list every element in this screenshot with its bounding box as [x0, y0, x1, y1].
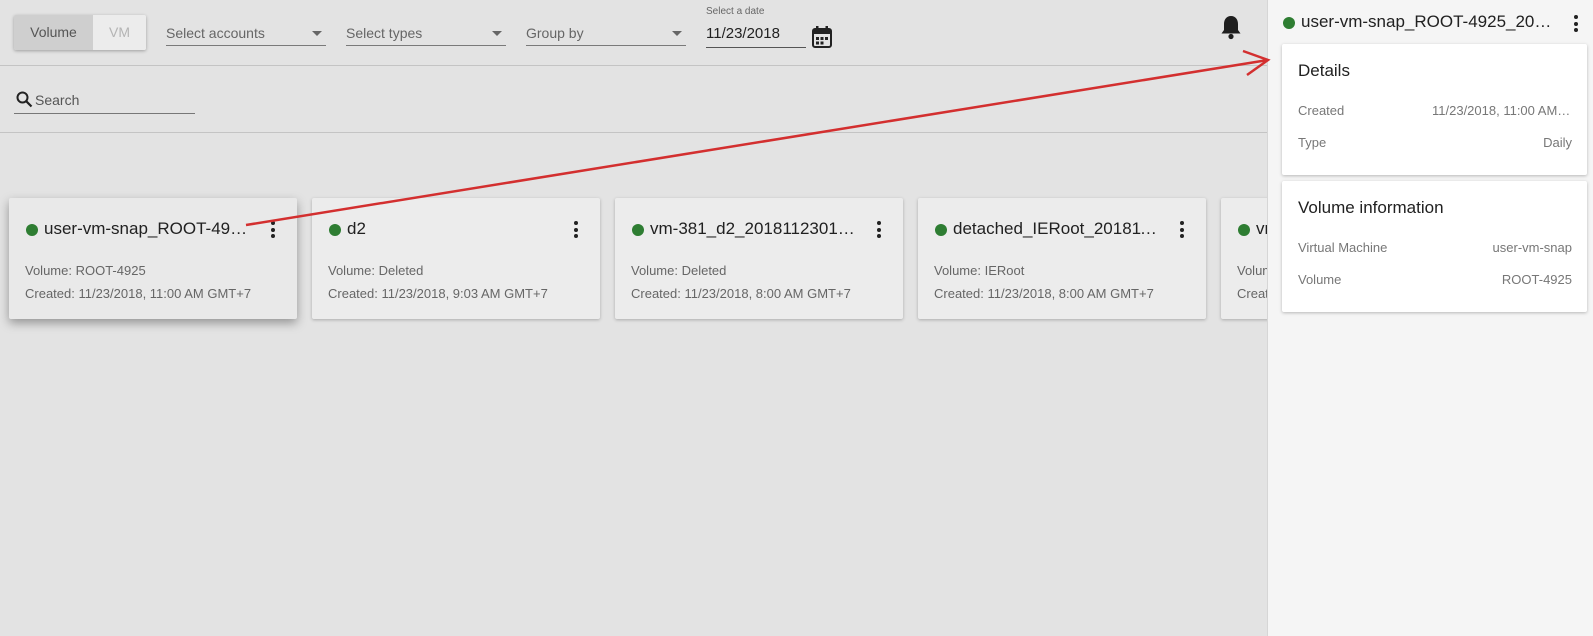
- toggle-vm[interactable]: VM: [93, 15, 146, 50]
- view-toggle: Volume VM: [14, 15, 146, 50]
- more-vert-icon[interactable]: [874, 221, 884, 241]
- card-created: Created: 11/23/2018, 8:00 AM GMT+7: [934, 286, 1154, 301]
- toggle-volume[interactable]: Volume: [14, 15, 93, 50]
- date-caption: Select a date: [706, 6, 765, 17]
- card-title: user-vm-snap_ROOT-4925_20181123...: [44, 219, 249, 238]
- card-title: vm: [1256, 219, 1267, 238]
- sidebar-header: user-vm-snap_ROOT-4925_20181123040000: [1268, 0, 1593, 44]
- bell-icon[interactable]: [1219, 14, 1243, 40]
- card-title: detached_IERoot_20181123010000: [953, 219, 1158, 238]
- more-vert-icon[interactable]: [268, 221, 278, 241]
- card-volume: Volume: Deleted: [328, 263, 424, 278]
- toolbar: Volume VM Select accounts Select types G…: [0, 0, 1267, 66]
- volume-info-heading: Volume information: [1298, 198, 1444, 217]
- card-title: vm-381_d2_20181123010000: [650, 219, 855, 238]
- search-input[interactable]: [35, 92, 190, 108]
- search-icon: [16, 91, 33, 108]
- detail-value: 11/23/2018, 11:00 AM GMT+7: [1432, 103, 1572, 118]
- card-created: Created: 11/23/2018, 11:00 AM GMT+7: [25, 286, 252, 301]
- snapshot-card[interactable]: d2 Volume: Deleted Created: 11/23/2018, …: [312, 198, 600, 319]
- dropdown-arrow-icon: [312, 31, 322, 36]
- card-title: d2: [347, 219, 366, 238]
- accounts-select-label: Select accounts: [166, 25, 265, 41]
- groupby-select[interactable]: Group by: [526, 20, 686, 46]
- dropdown-arrow-icon: [492, 31, 502, 36]
- card-volume: Volume: Deleted: [631, 263, 727, 278]
- snapshot-card-list: user-vm-snap_ROOT-4925_20181123... Volum…: [9, 198, 1267, 320]
- card-created: Created: 11/23/2018, 9:03 AM GMT+7: [328, 286, 548, 301]
- more-vert-icon[interactable]: [571, 221, 581, 241]
- details-panel: Details Created 11/23/2018, 11:00 AM GMT…: [1282, 44, 1587, 175]
- snapshot-card[interactable]: user-vm-snap_ROOT-4925_20181123... Volum…: [9, 198, 297, 319]
- volume-info-panel: Volume information Virtual Machine user-…: [1282, 181, 1587, 312]
- date-input[interactable]: 11/23/2018: [706, 20, 806, 48]
- status-dot: [1238, 224, 1250, 236]
- calendar-icon[interactable]: [812, 26, 832, 48]
- status-dot: [632, 224, 644, 236]
- snapshot-card[interactable]: vm-381_d2_20181123010000 Volume: Deleted…: [615, 198, 903, 319]
- dropdown-arrow-icon: [672, 31, 682, 36]
- sidebar-title: user-vm-snap_ROOT-4925_20181123040000: [1301, 12, 1556, 31]
- more-vert-icon[interactable]: [1571, 15, 1581, 35]
- info-value: user-vm-snap: [1492, 240, 1572, 255]
- status-dot: [26, 224, 38, 236]
- details-heading: Details: [1298, 61, 1350, 80]
- accounts-select[interactable]: Select accounts: [166, 20, 326, 46]
- detail-value: Daily: [1543, 135, 1572, 150]
- card-volume: Volume: IERoot: [934, 263, 1025, 278]
- status-dot: [329, 224, 341, 236]
- info-value: ROOT-4925: [1501, 272, 1572, 287]
- search-field: [14, 88, 195, 114]
- info-key: Virtual Machine: [1298, 240, 1388, 255]
- card-volume: Volume: ROOT-4925: [25, 263, 146, 278]
- card-created: Creat: [1237, 286, 1267, 301]
- snapshot-card[interactable]: vm Volume Creat: [1221, 198, 1267, 319]
- card-created: Created: 11/23/2018, 8:00 AM GMT+7: [631, 286, 851, 301]
- search-bar: [0, 66, 1267, 133]
- types-select[interactable]: Select types: [346, 20, 506, 46]
- snapshot-card[interactable]: detached_IERoot_20181123010000 Volume: I…: [918, 198, 1206, 319]
- main-area: Volume VM Select accounts Select types G…: [0, 0, 1267, 636]
- status-dot: [1283, 17, 1295, 29]
- types-select-label: Select types: [346, 25, 423, 41]
- detail-key: Created: [1298, 103, 1345, 118]
- detail-key: Type: [1298, 135, 1327, 150]
- info-key: Volume: [1298, 272, 1342, 287]
- status-dot: [935, 224, 947, 236]
- card-volume: Volume: [1237, 263, 1267, 278]
- groupby-select-label: Group by: [526, 25, 584, 41]
- more-vert-icon[interactable]: [1177, 221, 1187, 241]
- details-sidebar: user-vm-snap_ROOT-4925_20181123040000 De…: [1267, 0, 1593, 636]
